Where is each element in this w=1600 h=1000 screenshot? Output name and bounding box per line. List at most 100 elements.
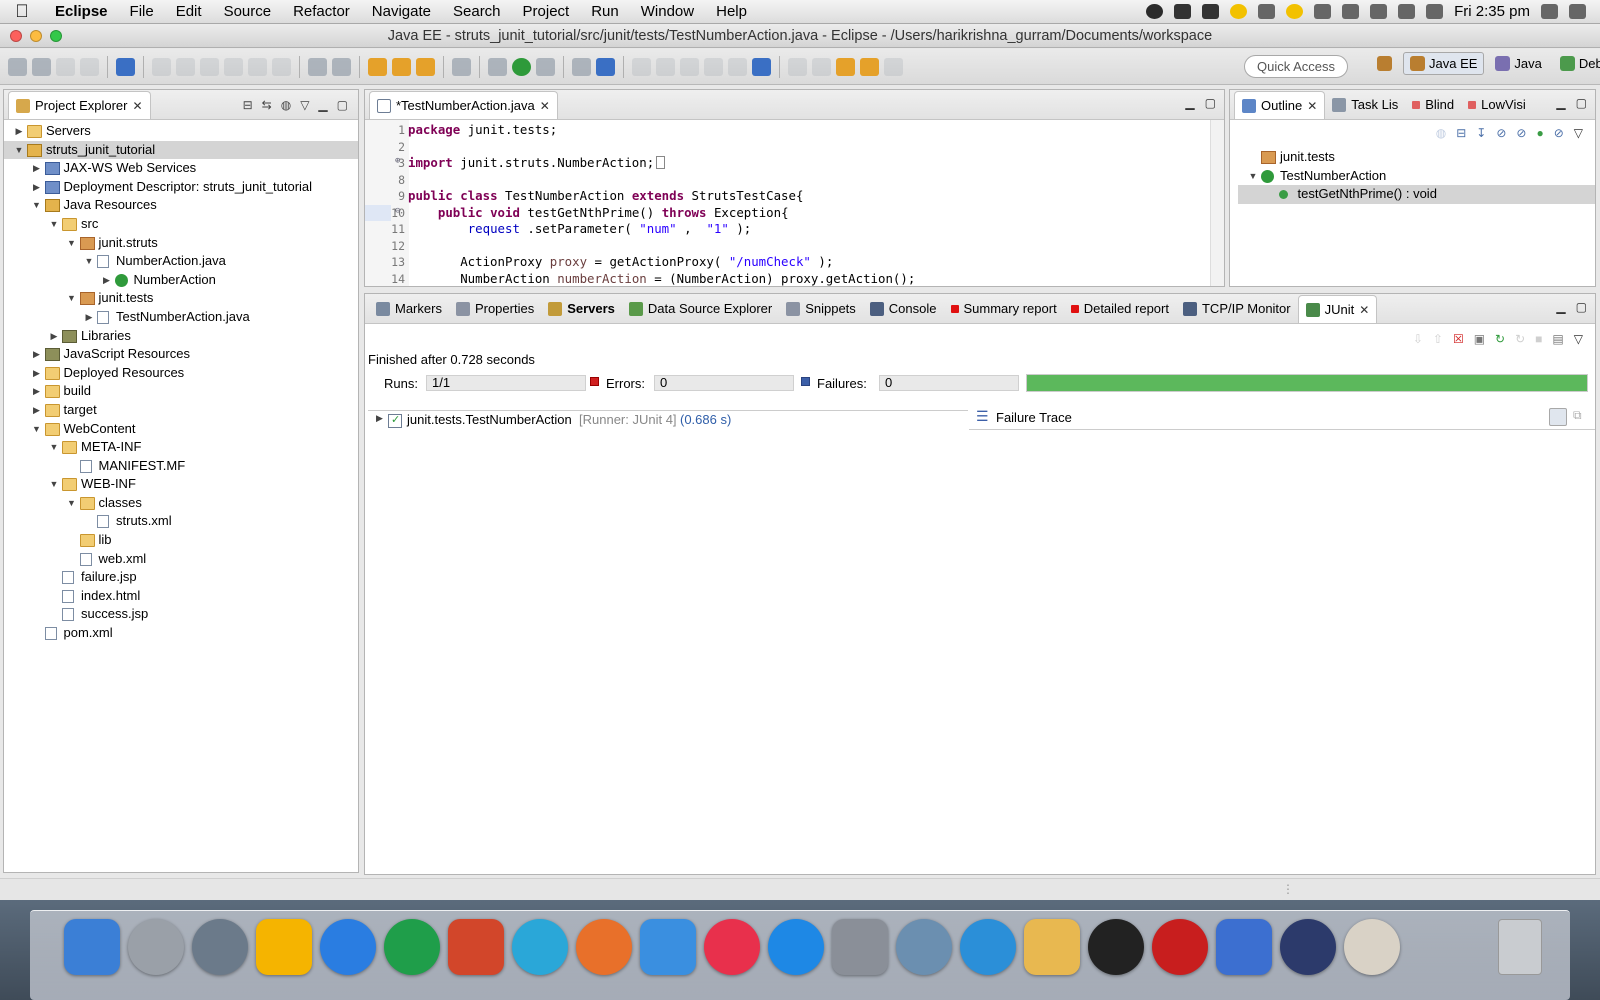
menu-source[interactable]: Source xyxy=(213,3,283,20)
tree-item[interactable]: ▼ junit.tests xyxy=(4,289,358,308)
expanded-twisty-icon[interactable]: ▼ xyxy=(67,289,77,308)
tab-snippets[interactable]: Snippets xyxy=(779,295,863,323)
collapsed-twisty-icon[interactable]: ▶ xyxy=(14,122,24,141)
tree-item[interactable]: ▶ JAX-WS Web Services xyxy=(4,159,358,178)
skip-breakpoints-icon[interactable] xyxy=(116,57,135,76)
battery-icon[interactable] xyxy=(1426,4,1444,19)
status-app-icon[interactable] xyxy=(1230,4,1248,19)
menu-window[interactable]: Window xyxy=(630,3,705,20)
hide-non-public-icon[interactable]: ● xyxy=(1536,126,1543,140)
close-icon[interactable]: ✕ xyxy=(1307,99,1317,113)
collapsed-twisty-icon[interactable]: ▶ xyxy=(32,345,42,364)
tab-tcp-ip-monitor[interactable]: TCP/IP Monitor xyxy=(1176,295,1298,323)
tab-summary-report[interactable]: Summary report xyxy=(944,295,1064,323)
paint-icon[interactable] xyxy=(1024,919,1080,975)
tab-outline[interactable]: Outline ✕ xyxy=(1234,90,1326,119)
tree-item[interactable]: ▼ junit.struts xyxy=(4,234,358,253)
collapse-all-icon[interactable]: ⊟ xyxy=(243,98,253,112)
tree-item[interactable]: junit.tests xyxy=(1238,148,1595,167)
perspective-java-ee[interactable]: Java EE xyxy=(1403,52,1485,75)
suspend-icon[interactable] xyxy=(176,57,195,76)
back-icon[interactable] xyxy=(860,57,879,76)
collapsed-twisty-icon[interactable]: ▶ xyxy=(84,308,94,327)
rerun-test-icon[interactable]: ↻ xyxy=(1495,332,1505,346)
new-server-icon[interactable] xyxy=(452,57,471,76)
powerpoint-icon[interactable] xyxy=(448,919,504,975)
scroll-lock-icon[interactable]: ▣ xyxy=(1474,332,1485,346)
view-menu-icon[interactable]: ▽ xyxy=(1574,332,1583,346)
run-icon[interactable] xyxy=(512,57,531,76)
tree-item[interactable]: ▼ WebContent xyxy=(4,420,358,439)
maximize-view-icon[interactable]: ▢ xyxy=(1576,96,1587,110)
server-icon[interactable] xyxy=(332,57,351,76)
expanded-twisty-icon[interactable]: ▼ xyxy=(67,494,77,513)
tab-lowvisi[interactable]: LowVisi xyxy=(1461,91,1533,119)
menu-help[interactable]: Help xyxy=(705,3,758,20)
launchpad-icon[interactable] xyxy=(128,919,184,975)
tree-item[interactable]: MANIFEST.MF xyxy=(4,457,358,476)
last-edit-icon[interactable] xyxy=(836,57,855,76)
next-failure-icon[interactable]: ⇩ xyxy=(1413,332,1423,346)
save-all-icon[interactable] xyxy=(56,57,75,76)
wifi-icon[interactable] xyxy=(1370,4,1388,19)
show-whitespace-icon[interactable] xyxy=(728,57,747,76)
rerun-failures-icon[interactable]: ↻ xyxy=(1515,332,1525,346)
zoom-window-button[interactable] xyxy=(50,29,62,42)
hide-fields-icon[interactable]: ⊘ xyxy=(1496,126,1506,140)
tree-item[interactable]: ▼ WEB-INF xyxy=(4,475,358,494)
expanded-twisty-icon[interactable]: ▼ xyxy=(32,196,42,215)
close-window-button[interactable] xyxy=(10,29,22,42)
tree-item[interactable]: struts.xml xyxy=(4,512,358,531)
perspective-java[interactable]: Java xyxy=(1488,52,1548,75)
tree-item[interactable]: web.xml xyxy=(4,550,358,569)
minimize-window-button[interactable] xyxy=(30,29,42,42)
tree-item[interactable]: testGetNthPrime() : void xyxy=(1238,185,1595,204)
notification-center-icon[interactable] xyxy=(1569,4,1586,19)
tree-item[interactable]: ▼ struts_junit_tutorial xyxy=(4,140,358,160)
search-icon[interactable] xyxy=(416,57,435,76)
spotlight-search-icon[interactable] xyxy=(1541,4,1558,19)
open-task-icon[interactable] xyxy=(392,57,411,76)
tree-item[interactable]: ▼ src xyxy=(4,215,358,234)
tree-item[interactable]: ▶ target xyxy=(4,401,358,420)
new-icon[interactable] xyxy=(8,57,27,76)
tree-item[interactable]: ▼ classes xyxy=(4,494,358,513)
tab-detailed-report[interactable]: Detailed report xyxy=(1064,295,1176,323)
sharing-icon[interactable] xyxy=(960,919,1016,975)
view-menu-icon[interactable]: ▽ xyxy=(300,98,309,112)
terminal-icon[interactable] xyxy=(1088,919,1144,975)
expanded-twisty-icon[interactable]: ▼ xyxy=(49,215,59,234)
tab-markers[interactable]: Markers xyxy=(369,295,449,323)
step-over-icon[interactable] xyxy=(272,57,291,76)
pin-icon[interactable] xyxy=(680,57,699,76)
view-menu-icon[interactable]: ▽ xyxy=(1574,126,1583,140)
minimize-view-icon[interactable]: ▁ xyxy=(1185,96,1194,110)
quick-access-field[interactable]: Quick Access xyxy=(1244,55,1348,78)
collapse-all-icon[interactable]: ⊟ xyxy=(1456,126,1466,140)
itunes-icon[interactable] xyxy=(704,919,760,975)
print-icon[interactable] xyxy=(80,57,99,76)
step-into-icon[interactable] xyxy=(248,57,267,76)
tree-item[interactable]: ▶ Servers xyxy=(4,122,358,141)
collapsed-twisty-icon[interactable]: ▶ xyxy=(49,327,59,346)
tree-item[interactable]: ▼ NumberAction.java xyxy=(4,252,358,271)
coffee-icon[interactable] xyxy=(1344,919,1400,975)
menu-search[interactable]: Search xyxy=(442,3,512,20)
tree-item[interactable]: ▶ build xyxy=(4,382,358,401)
expanded-twisty-icon[interactable]: ▼ xyxy=(84,252,94,271)
system-preferences-icon[interactable] xyxy=(832,919,888,975)
preview-icon[interactable] xyxy=(192,919,248,975)
collapse-fold-icon[interactable]: ⊖ xyxy=(395,206,400,216)
tree-item[interactable]: ▼ Java Resources xyxy=(4,196,358,215)
filter-icon[interactable]: ◍ xyxy=(281,98,291,112)
folded-import-box[interactable] xyxy=(656,156,666,169)
previous-annotation-icon[interactable] xyxy=(812,57,831,76)
status-app-icon[interactable] xyxy=(1174,4,1192,19)
menu-refactor[interactable]: Refactor xyxy=(282,3,361,20)
tab-blind[interactable]: Blind xyxy=(1405,91,1461,119)
stop-test-icon[interactable]: ■ xyxy=(1535,332,1542,346)
menu-clock[interactable]: Fri 2:35 pm xyxy=(1454,3,1530,20)
tree-item[interactable]: ▼ META-INF xyxy=(4,438,358,457)
status-check-icon[interactable] xyxy=(1286,4,1304,19)
test-run-history-icon[interactable]: ▤ xyxy=(1552,332,1563,346)
